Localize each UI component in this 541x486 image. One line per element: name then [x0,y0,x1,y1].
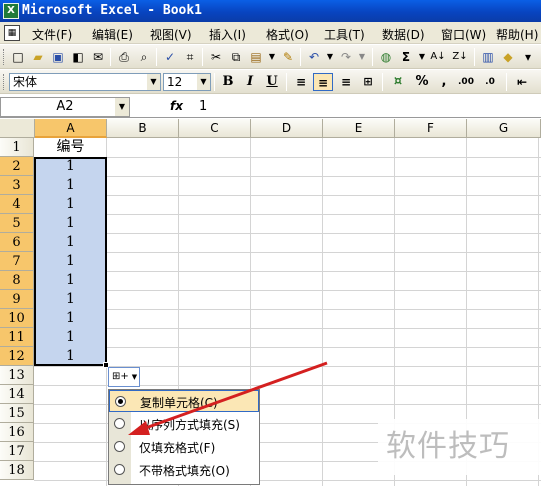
drawing-icon[interactable]: ◆ [500,49,516,65]
menu-data[interactable]: 数据(D) [382,26,425,43]
menu-insert[interactable]: 插入(I) [209,26,246,43]
toolbar-grip[interactable] [3,49,6,65]
font-select[interactable]: 宋体 ▼ [9,73,161,91]
comma-button[interactable]: , [434,73,454,91]
percent-button[interactable]: % [412,73,432,91]
standard-toolbar: □ ▰ ▣ ◧ ✉ ⎙ ⌕ ✓ ⌗ ✂ ⧉ ▤ ▼ ✎ ↶ ▼ ↷ ▼ ◍ Σ … [0,45,541,69]
chevron-down-icon[interactable]: ▼ [115,98,129,116]
separator [110,48,111,66]
sort-descending-icon[interactable]: Z↓ [452,49,468,65]
chevron-down-icon[interactable]: ▼ [197,74,210,90]
title-bar: X Microsoft Excel - Book1 [0,0,541,22]
underline-button[interactable]: U [262,73,282,91]
decrease-decimal-icon[interactable]: .0 [480,73,500,91]
window-title: Microsoft Excel - Book1 [22,3,203,18]
separator [382,73,383,91]
undo-icon[interactable]: ↶ [306,49,322,65]
currency-icon[interactable]: ¤ [388,73,408,91]
formula-input[interactable]: 1 [199,99,207,114]
new-icon[interactable]: □ [10,49,26,65]
name-box[interactable]: A2 ▼ [0,97,130,117]
separator [474,48,475,66]
paste-dropdown-icon[interactable]: ▼ [264,49,280,65]
toolbar-grip[interactable] [3,74,6,90]
align-right-icon[interactable]: ≡ [336,73,356,91]
increase-decimal-icon[interactable]: .00 [456,73,476,91]
research-icon[interactable]: ⌗ [182,49,198,65]
decrease-indent-icon[interactable]: ⇤ [512,73,532,91]
workbook-control-icon[interactable]: ▦ [4,25,20,41]
print-preview-icon[interactable]: ⌕ [136,49,152,65]
save-icon[interactable]: ▣ [50,49,66,65]
redo-icon[interactable]: ↷ [338,49,354,65]
menu-file[interactable]: 文件(F) [32,26,72,43]
spelling-icon[interactable]: ✓ [162,49,178,65]
watermark: 软件技巧 [378,419,541,475]
menu-window[interactable]: 窗口(W) [441,26,486,43]
menu-edit[interactable]: 编辑(E) [92,26,133,43]
arrow-head-icon [128,421,150,435]
permission-icon[interactable]: ◧ [70,49,86,65]
hyperlink-icon[interactable]: ◍ [378,49,394,65]
align-center-icon[interactable]: ≡ [313,73,333,91]
format-painter-icon[interactable]: ✎ [280,49,296,65]
menu-bar: ▦ 文件(F) 编辑(E) 视图(V) 插入(I) 格式(O) 工具(T) 数据… [0,22,541,44]
menu-format[interactable]: 格式(O) [266,26,309,43]
name-box-value: A2 [56,99,74,114]
separator [372,48,373,66]
bold-button[interactable]: B [218,73,238,91]
font-size-select[interactable]: 12 ▼ [163,73,211,91]
email-icon[interactable]: ✉ [90,49,106,65]
font-value: 宋体 [13,75,38,89]
undo-dropdown-icon[interactable]: ▼ [322,49,338,65]
chevron-down-icon[interactable]: ▼ [147,74,160,90]
paste-icon[interactable]: ▤ [248,49,264,65]
copy-icon[interactable]: ⧉ [228,49,244,65]
menu-view[interactable]: 视图(V) [150,26,192,43]
formatting-toolbar: 宋体 ▼ 12 ▼ B I U ≡ ≡ ≡ ⊞ ¤ % , .00 .0 ⇤ [0,70,541,94]
separator [214,73,215,91]
print-icon[interactable]: ⎙ [116,49,132,65]
separator [202,48,203,66]
autosum-icon[interactable]: Σ [398,49,414,65]
zoom-icon[interactable]: ▾ [520,49,536,65]
separator [156,48,157,66]
formula-bar: A2 ▼ fx 1 [0,96,541,118]
chart-wizard-icon[interactable]: ▥ [480,49,496,65]
italic-button[interactable]: I [240,73,260,91]
separator [286,73,287,91]
menu-help[interactable]: 帮助(H) [496,26,538,43]
separator [506,73,507,91]
separator [300,48,301,66]
menu-tools[interactable]: 工具(T) [324,26,365,43]
cut-icon[interactable]: ✂ [208,49,224,65]
excel-logo-icon: X [3,3,19,19]
merge-center-icon[interactable]: ⊞ [358,73,378,91]
worksheet-grid[interactable]: A B C D E F G 1 2 3 4 5 6 7 8 9 10 11 12… [0,119,541,486]
sort-ascending-icon[interactable]: A↓ [430,49,446,65]
align-left-icon[interactable]: ≡ [291,73,311,91]
autosum-dropdown-icon[interactable]: ▼ [414,49,430,65]
arrow-line [139,361,328,432]
open-icon[interactable]: ▰ [30,49,46,65]
insert-function-icon[interactable]: fx [170,99,183,113]
font-size-value: 12 [167,75,183,89]
redo-dropdown-icon[interactable]: ▼ [354,49,370,65]
